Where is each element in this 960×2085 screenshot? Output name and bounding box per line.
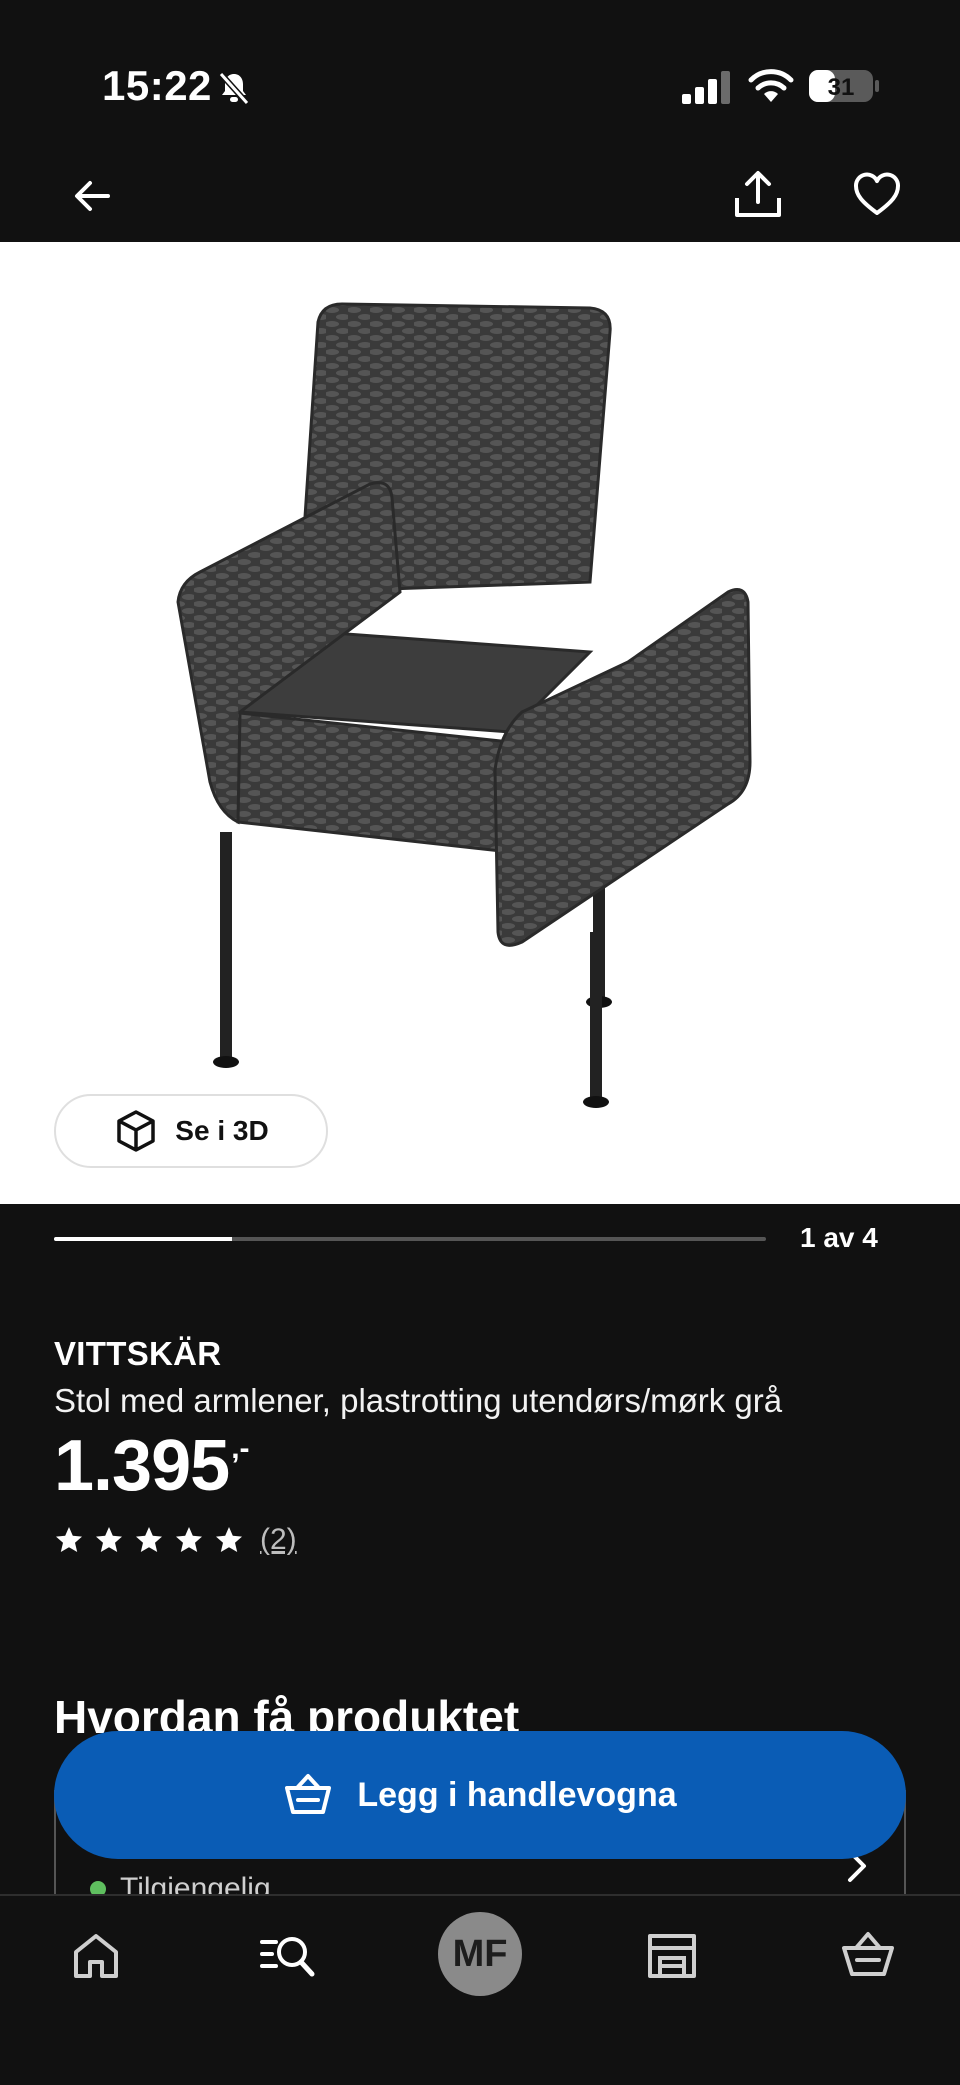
- star-icon: [96, 1527, 122, 1552]
- review-count[interactable]: (2): [260, 1523, 297, 1557]
- wifi-icon: [748, 69, 794, 102]
- product-image-area[interactable]: Se i 3D: [0, 242, 960, 1204]
- gallery-progress-fill: [54, 1237, 232, 1241]
- back-arrow-icon[interactable]: [68, 172, 116, 220]
- price-value: 1.395: [54, 1426, 230, 1506]
- home-icon[interactable]: [66, 1926, 126, 1986]
- share-icon[interactable]: [732, 168, 784, 220]
- search-icon[interactable]: [256, 1926, 316, 1986]
- store-icon[interactable]: [642, 1926, 702, 1986]
- view-3d-button[interactable]: Se i 3D: [54, 1094, 328, 1168]
- bottom-nav: MF: [0, 1894, 960, 2085]
- signal-icon: [682, 71, 730, 104]
- product-description: Stol med armlener, plastrotting utendørs…: [54, 1382, 783, 1419]
- product-rating[interactable]: (2): [54, 1523, 297, 1557]
- add-to-cart-button[interactable]: Legg i handlevogna: [54, 1731, 906, 1859]
- view-3d-label: Se i 3D: [175, 1115, 269, 1146]
- gallery-counter: 1 av 4: [800, 1222, 878, 1253]
- heart-icon[interactable]: [852, 170, 902, 220]
- star-icon: [136, 1527, 162, 1552]
- star-icon: [176, 1527, 202, 1552]
- battery-icon: 31: [809, 70, 879, 102]
- product-price: 1.395 ,-: [54, 1430, 250, 1502]
- status-bar: 15:22 31: [0, 0, 960, 150]
- profile-avatar[interactable]: MF: [438, 1912, 522, 1996]
- bell-off-icon: [218, 71, 250, 106]
- star-icon: [216, 1527, 242, 1552]
- battery-level: 31: [828, 74, 855, 101]
- cube-3d-icon: [117, 1110, 156, 1152]
- product-name: VITTSKÄR: [54, 1335, 222, 1372]
- price-suffix: ,-: [231, 1432, 250, 1465]
- status-time: 15:22: [102, 62, 212, 109]
- star-icon: [56, 1527, 82, 1552]
- gallery-progress: [54, 1237, 766, 1241]
- product-image-chair: [176, 302, 752, 1108]
- top-nav: [0, 150, 960, 242]
- add-to-cart-label: Legg i handlevogna: [357, 1775, 677, 1814]
- basket-icon: [285, 1774, 332, 1814]
- basket-nav-icon[interactable]: [838, 1926, 898, 1986]
